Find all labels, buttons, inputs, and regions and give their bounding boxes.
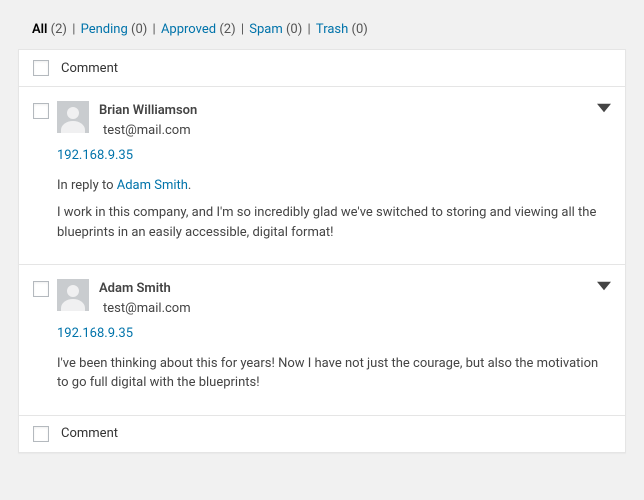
comments-table: Comment Brian Williamson test@mail.com 1…: [18, 49, 626, 453]
author-email: test@mail.com: [103, 121, 611, 141]
filter-all[interactable]: All (2): [32, 22, 67, 37]
table-header: Comment: [19, 50, 625, 86]
select-all-checkbox-bottom[interactable]: [33, 426, 49, 442]
avatar: [57, 101, 89, 133]
author-name: Brian Williamson: [99, 103, 197, 118]
ip-link[interactable]: 192.168.9.35: [57, 324, 133, 344]
separator: |: [306, 22, 316, 37]
row-checkbox[interactable]: [33, 103, 49, 119]
select-all-checkbox[interactable]: [33, 60, 49, 76]
chevron-down-icon: [597, 279, 611, 293]
separator: |: [70, 22, 80, 37]
filter-tabs: All (2) | Pending (0) | Approved (2) | S…: [18, 10, 626, 49]
comment-text: I work in this company, and I'm so incre…: [57, 203, 611, 242]
author-email: test@mail.com: [103, 299, 611, 319]
in-reply-to: In reply to Adam Smith.: [57, 176, 611, 196]
separator: |: [151, 22, 161, 37]
filter-spam[interactable]: Spam (0): [249, 22, 302, 37]
separator: |: [239, 22, 249, 37]
filter-pending[interactable]: Pending (0): [81, 22, 148, 37]
column-comment-label: Comment: [61, 61, 118, 76]
table-footer: Comment: [19, 415, 625, 452]
reply-to-link[interactable]: Adam Smith: [117, 178, 188, 193]
table-row: Brian Williamson test@mail.com 192.168.9…: [19, 86, 625, 264]
author-name: Adam Smith: [99, 281, 171, 296]
ip-link[interactable]: 192.168.9.35: [57, 146, 133, 166]
filter-trash[interactable]: Trash (0): [316, 22, 368, 37]
column-comment-label: Comment: [61, 426, 118, 441]
comment-text: I've been thinking about this for years!…: [57, 354, 611, 393]
chevron-down-icon: [597, 101, 611, 115]
row-checkbox[interactable]: [33, 281, 49, 297]
table-row: Adam Smith test@mail.com 192.168.9.35 I'…: [19, 264, 625, 415]
expand-toggle[interactable]: [597, 101, 611, 119]
expand-toggle[interactable]: [597, 279, 611, 297]
avatar: [57, 279, 89, 311]
filter-approved[interactable]: Approved (2): [161, 22, 236, 37]
